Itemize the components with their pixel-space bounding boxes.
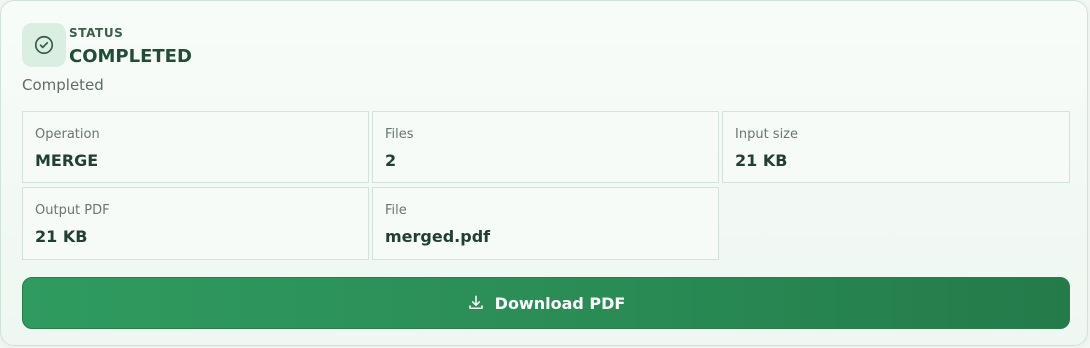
detail-label: Input size — [735, 127, 799, 142]
detail-value: 21 KB — [35, 227, 88, 246]
status-kicker: STATUS — [69, 26, 124, 40]
detail-label: Operation — [35, 127, 100, 142]
detail-file: File merged.pdf — [372, 187, 719, 260]
detail-label: Files — [385, 127, 414, 142]
detail-value: 21 KB — [735, 151, 788, 170]
detail-value: 2 — [385, 151, 397, 170]
detail-files: Files 2 — [372, 111, 719, 183]
details-grid: Operation MERGE Files 2 Input size 21 KB… — [22, 111, 1070, 260]
status-icon-badge — [22, 23, 66, 67]
download-icon — [468, 295, 483, 309]
detail-value: MERGE — [35, 151, 99, 170]
download-pdf-label: Download PDF — [494, 293, 626, 313]
detail-value: merged.pdf — [385, 227, 491, 246]
detail-label: Output PDF — [35, 203, 110, 218]
detail-label: File — [385, 203, 407, 218]
job-status-card: STATUS COMPLETED Completed Operation MER… — [0, 0, 1088, 346]
detail-output-pdf: Output PDF 21 KB — [22, 187, 369, 260]
detail-input-size: Input size 21 KB — [722, 111, 1070, 183]
detail-operation: Operation MERGE — [22, 111, 369, 183]
download-pdf-button[interactable]: Download PDF — [22, 277, 1070, 329]
status-title: COMPLETED — [69, 46, 192, 67]
check-circle-icon — [34, 35, 54, 55]
status-subtitle: Completed — [22, 76, 104, 94]
